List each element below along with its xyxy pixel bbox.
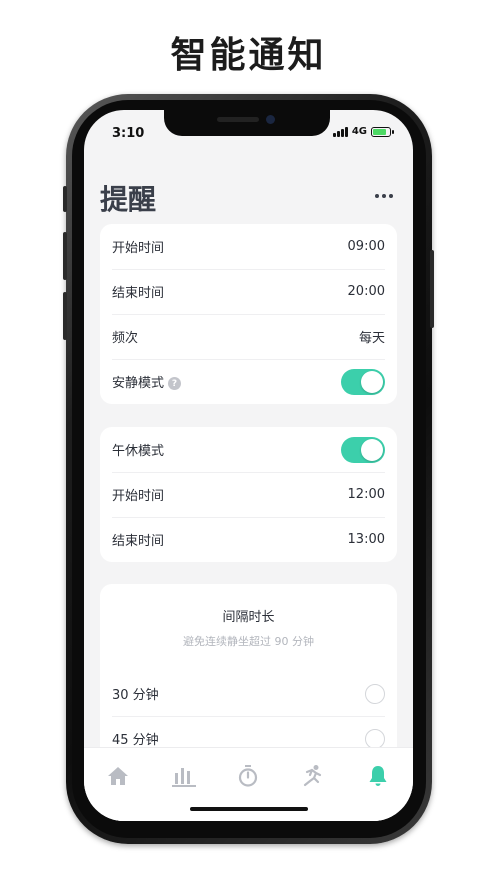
frequency-row[interactable]: 频次 每天	[100, 314, 397, 359]
app-screen: 3:10 4G 提醒 开始时间 09:00 结束时间 20:00 频次 每天 安…	[84, 110, 413, 821]
more-icon[interactable]	[375, 194, 393, 198]
bell-icon	[369, 766, 387, 786]
start-time-value: 09:00	[347, 239, 385, 254]
volume-down-button	[63, 292, 67, 340]
frequency-value: 每天	[358, 331, 385, 346]
end-time-value: 20:00	[347, 284, 385, 299]
home-indicator[interactable]	[190, 807, 308, 811]
quiet-mode-toggle[interactable]	[341, 368, 385, 395]
nap-end-time-value: 13:00	[347, 532, 385, 547]
start-time-label: 开始时间	[112, 241, 165, 256]
status-indicators: 4G	[332, 126, 394, 137]
tab-reminder[interactable]	[362, 760, 394, 792]
nap-end-time-row[interactable]: 结束时间 13:00	[100, 517, 397, 562]
nap-start-time-value: 12:00	[347, 487, 385, 502]
tab-timer[interactable]	[232, 760, 264, 792]
tab-home[interactable]	[102, 760, 134, 792]
nap-mode-label: 午休模式	[112, 444, 165, 459]
signal-icon	[332, 126, 348, 137]
nap-mode-row: 午休模式	[100, 427, 397, 472]
interval-subtitle: 避免连续静坐超过 90 分钟	[183, 635, 314, 648]
notch	[164, 110, 330, 136]
promo-title: 智能通知	[170, 35, 327, 76]
nap-end-time-label: 结束时间	[112, 534, 165, 549]
frequency-label: 频次	[112, 331, 139, 346]
interval-title: 间隔时长	[222, 610, 275, 625]
tab-exercise[interactable]	[296, 760, 328, 792]
network-type: 4G	[351, 126, 367, 137]
silent-switch	[63, 186, 67, 212]
interval-option-30[interactable]: 30 分钟	[100, 671, 397, 716]
battery-icon	[371, 126, 394, 137]
reminder-settings-card: 开始时间 09:00 结束时间 20:00 频次 每天 安静模式?	[100, 224, 397, 404]
radio-button[interactable]	[365, 683, 385, 704]
help-icon[interactable]: ?	[168, 377, 182, 390]
camera-icon	[266, 115, 275, 124]
start-time-row[interactable]: 开始时间 09:00	[100, 224, 397, 269]
page-title: 提醒	[100, 183, 157, 216]
nap-mode-card: 午休模式 开始时间 12:00 结束时间 13:00	[100, 427, 397, 562]
nap-start-time-row[interactable]: 开始时间 12:00	[100, 472, 397, 517]
stats-icon	[172, 768, 196, 787]
volume-up-button	[63, 232, 67, 280]
end-time-row[interactable]: 结束时间 20:00	[100, 269, 397, 314]
home-icon	[108, 767, 128, 785]
tab-bar	[84, 747, 413, 821]
end-time-label: 结束时间	[112, 286, 165, 301]
nap-start-time-label: 开始时间	[112, 489, 165, 504]
timer-icon	[238, 765, 258, 787]
tab-stats[interactable]	[168, 760, 200, 792]
interval-option-label: 30 分钟	[112, 688, 159, 703]
radio-button[interactable]	[365, 728, 385, 749]
interval-option-label: 45 分钟	[112, 733, 159, 748]
quiet-mode-row: 安静模式?	[100, 359, 397, 404]
nap-mode-toggle[interactable]	[341, 436, 385, 463]
running-icon	[303, 765, 322, 787]
quiet-mode-label: 安静模式	[112, 376, 165, 391]
power-button	[430, 250, 434, 328]
status-time: 3:10	[112, 126, 145, 141]
